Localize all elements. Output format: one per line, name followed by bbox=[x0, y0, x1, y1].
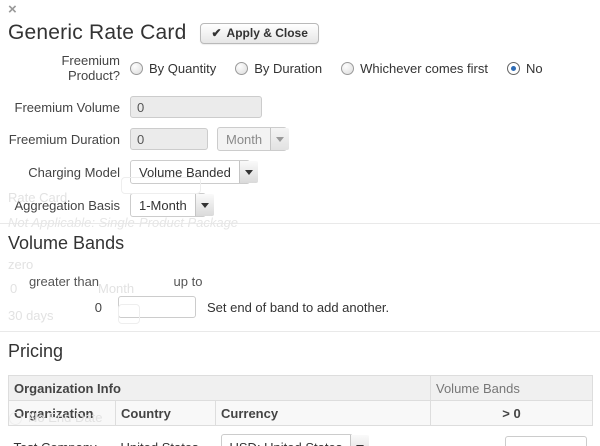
freemium-volume-row: Freemium Volume bbox=[8, 96, 592, 118]
radio-by-duration-label: By Duration bbox=[254, 61, 322, 76]
pricing-heading: Pricing bbox=[0, 332, 600, 362]
dropdown-arrow-icon bbox=[195, 194, 214, 216]
currency-select[interactable]: USD: United States bbox=[221, 434, 353, 446]
freemium-product-label: Freemium Product? bbox=[8, 53, 120, 83]
freemium-duration-row: Freemium Duration Month bbox=[8, 127, 592, 151]
rate-card-dialog: × Generic Rate Card ✔ Apply & Close Free… bbox=[0, 0, 600, 446]
charging-model-value: Volume Banded bbox=[131, 161, 239, 183]
dropdown-arrow-icon bbox=[270, 128, 289, 150]
band-hint-text: Set end of band to add another. bbox=[207, 300, 389, 315]
freemium-duration-label: Freemium Duration bbox=[8, 132, 120, 147]
radio-no-label: No bbox=[526, 61, 543, 76]
aggregation-basis-value: 1-Month bbox=[131, 194, 195, 216]
dialog-header: Generic Rate Card ✔ Apply & Close bbox=[0, 0, 600, 51]
volume-bands-column-headers: greater than up to bbox=[0, 274, 600, 289]
freemium-volume-input bbox=[130, 96, 262, 118]
band-price-cell bbox=[431, 426, 593, 446]
radio-icon[interactable] bbox=[235, 62, 248, 75]
organization-column-header: Organization bbox=[9, 401, 116, 426]
radio-by-duration[interactable]: By Duration bbox=[235, 61, 322, 76]
radio-whichever-first-label: Whichever comes first bbox=[360, 61, 488, 76]
charging-model-row: Charging Model Volume Banded bbox=[8, 160, 592, 184]
aggregation-basis-row: Aggregation Basis 1-Month bbox=[8, 193, 592, 217]
currency-column-header: Currency bbox=[216, 401, 431, 426]
country-cell: United States bbox=[116, 426, 216, 446]
greater-than-header: greater than bbox=[8, 274, 120, 289]
band-price-input[interactable] bbox=[505, 436, 587, 446]
dropdown-arrow-icon bbox=[239, 161, 258, 183]
page-title: Generic Rate Card bbox=[8, 21, 186, 45]
volume-bands-group-header: Volume Bands bbox=[431, 376, 593, 401]
up-to-header: up to bbox=[138, 274, 238, 289]
radio-whichever-first[interactable]: Whichever comes first bbox=[341, 61, 488, 76]
currency-value: USD: United States bbox=[222, 435, 351, 446]
group-header-row: Organization Info Volume Bands bbox=[9, 376, 593, 401]
radio-by-quantity[interactable]: By Quantity bbox=[130, 61, 216, 76]
radio-icon[interactable] bbox=[130, 62, 143, 75]
aggregation-basis-select[interactable]: 1-Month bbox=[130, 193, 206, 217]
org-info-group-header: Organization Info bbox=[9, 376, 431, 401]
rate-card-form: Freemium Product? By Quantity By Duratio… bbox=[0, 51, 600, 217]
dropdown-arrow-icon bbox=[350, 435, 369, 446]
check-icon: ✔ bbox=[211, 26, 221, 40]
freemium-volume-label: Freemium Volume bbox=[8, 100, 120, 115]
apply-close-button-top[interactable]: ✔ Apply & Close bbox=[200, 23, 318, 44]
column-header-row: Organization Country Currency > 0 bbox=[9, 401, 593, 426]
freemium-duration-unit-value: Month bbox=[218, 128, 270, 150]
aggregation-basis-label: Aggregation Basis bbox=[8, 198, 120, 213]
close-icon[interactable]: × bbox=[8, 1, 17, 18]
freemium-duration-unit-select: Month bbox=[217, 127, 287, 151]
radio-no[interactable]: No bbox=[507, 61, 543, 76]
band-up-to-input[interactable] bbox=[118, 296, 196, 318]
radio-by-quantity-label: By Quantity bbox=[149, 61, 216, 76]
volume-bands-heading: Volume Bands bbox=[0, 224, 600, 254]
charging-model-label: Charging Model bbox=[8, 165, 120, 180]
table-row: Test Company United States USD: United S… bbox=[9, 426, 593, 446]
pricing-table: Organization Info Volume Bands Organizat… bbox=[8, 375, 593, 446]
currency-cell: USD: United States bbox=[216, 426, 431, 446]
band-column-header: > 0 bbox=[431, 401, 593, 426]
radio-icon[interactable] bbox=[341, 62, 354, 75]
band-greater-than-value: 0 bbox=[8, 300, 102, 315]
freemium-duration-input bbox=[130, 128, 208, 150]
country-column-header: Country bbox=[116, 401, 216, 426]
apply-close-label: Apply & Close bbox=[227, 26, 308, 40]
radio-icon[interactable] bbox=[507, 62, 520, 75]
freemium-product-row: Freemium Product? By Quantity By Duratio… bbox=[8, 53, 592, 83]
organization-cell: Test Company bbox=[9, 426, 116, 446]
volume-band-row: 0 Set end of band to add another. bbox=[0, 296, 600, 318]
charging-model-select[interactable]: Volume Banded bbox=[130, 160, 250, 184]
ghost-zero-text: zero bbox=[8, 257, 33, 272]
